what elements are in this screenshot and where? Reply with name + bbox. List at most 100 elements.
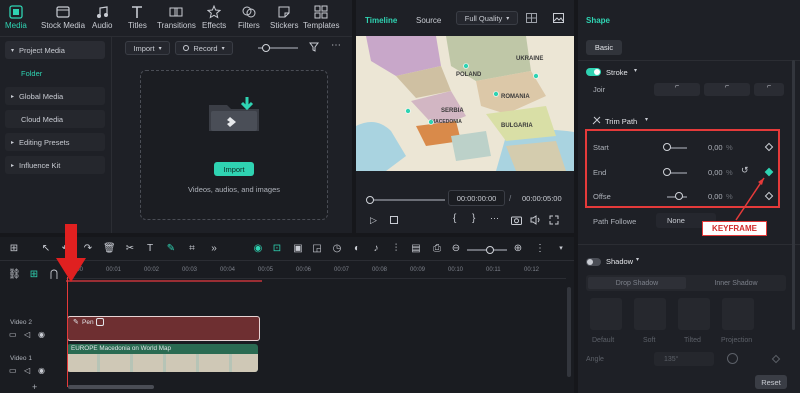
folder-icon[interactable]: ▭ bbox=[9, 330, 17, 339]
angle-keyframe-diamond-icon[interactable] bbox=[771, 354, 781, 364]
end-value[interactable]: 0,00 bbox=[708, 168, 723, 177]
tab-templates[interactable]: Templates bbox=[303, 5, 339, 30]
offset-value[interactable]: 0,00 bbox=[708, 192, 723, 201]
angle-dial-icon[interactable] bbox=[727, 353, 738, 364]
shadow-preset-projection[interactable] bbox=[722, 298, 754, 330]
mark-in-icon[interactable]: { bbox=[453, 213, 456, 224]
shadow-preset-tilted[interactable] bbox=[678, 298, 710, 330]
timeline-v-scrollbar[interactable] bbox=[567, 287, 571, 377]
quality-dropdown[interactable]: Full Quality ▾ bbox=[456, 11, 518, 25]
zoom-slider-knob[interactable] bbox=[486, 246, 494, 254]
mixer-icon[interactable]: ⫶ bbox=[390, 243, 402, 255]
volume-icon[interactable]: ◁ bbox=[24, 330, 30, 339]
import-button[interactable]: Import bbox=[214, 162, 254, 176]
playhead-knob[interactable] bbox=[366, 196, 374, 204]
grid-view-icon[interactable] bbox=[526, 13, 537, 23]
tab-basic[interactable]: Basic bbox=[586, 40, 622, 55]
eye-icon[interactable]: ◉ bbox=[38, 366, 45, 375]
play-icon[interactable]: ▷ bbox=[370, 215, 377, 226]
playhead-line[interactable] bbox=[67, 277, 68, 387]
caret-down-icon[interactable]: ▾ bbox=[634, 67, 637, 74]
add-track-icon[interactable]: ⊞ bbox=[28, 269, 40, 281]
tab-source[interactable]: Source bbox=[416, 16, 441, 25]
stroke-toggle[interactable] bbox=[586, 68, 601, 76]
more-options-icon[interactable]: ⋯ bbox=[490, 213, 499, 224]
volume-icon[interactable] bbox=[530, 215, 541, 225]
crop-icon[interactable]: ⌗ bbox=[186, 243, 198, 255]
stop-icon[interactable] bbox=[390, 216, 398, 224]
delete-icon[interactable]: 🗑 bbox=[103, 243, 116, 255]
join-round-button[interactable]: ⌐ bbox=[704, 83, 750, 96]
folder-icon[interactable]: ▭ bbox=[9, 366, 17, 375]
tab-effects[interactable]: Effects bbox=[202, 5, 226, 30]
tab-transitions[interactable]: Transitions bbox=[157, 5, 196, 30]
clip-europe-map[interactable]: EUROPE Macedonia on World Map bbox=[67, 344, 258, 372]
join-miter-button[interactable]: ⌐ bbox=[654, 83, 700, 96]
add-track-plus-icon[interactable]: + bbox=[32, 382, 37, 392]
end-slider-knob[interactable] bbox=[663, 168, 671, 176]
sidebar-item-editing-presets[interactable]: ▸ Editing Presets bbox=[5, 133, 105, 151]
speed-icon[interactable]: ◷ bbox=[331, 243, 343, 255]
shadow-preset-default[interactable] bbox=[590, 298, 622, 330]
more-options-icon[interactable]: ⋮ bbox=[534, 243, 546, 255]
tab-titles[interactable]: Titles bbox=[128, 5, 147, 30]
playback-scrubber[interactable] bbox=[370, 199, 445, 201]
chevron-down-icon[interactable]: ▾ bbox=[555, 243, 567, 255]
sidebar-item-cloud-media[interactable]: Cloud Media bbox=[5, 110, 105, 128]
start-value[interactable]: 0,00 bbox=[708, 143, 723, 152]
timeline-h-scrollbar[interactable] bbox=[68, 385, 154, 389]
link-icon[interactable]: ⛓ bbox=[8, 269, 21, 281]
split-screen-icon[interactable]: ⊡ bbox=[271, 243, 283, 255]
volume-icon[interactable]: ◁ bbox=[24, 366, 30, 375]
select-tool-icon[interactable]: ↖ bbox=[40, 243, 52, 255]
snapshot-icon[interactable] bbox=[553, 13, 564, 23]
join-bevel-button[interactable]: ⌐ bbox=[754, 83, 784, 96]
sidebar-item-global-media[interactable]: ▸ Global Media bbox=[5, 87, 105, 105]
filter-icon[interactable] bbox=[309, 42, 319, 52]
pen-tool-icon[interactable]: ✎ bbox=[165, 243, 177, 255]
angle-input[interactable]: 135° bbox=[654, 352, 714, 366]
time-ruler[interactable]: 00:00 00:01 00:02 00:03 00:04 00:05 00:0… bbox=[66, 265, 566, 279]
eye-icon[interactable]: ◉ bbox=[38, 330, 45, 339]
camera-icon[interactable] bbox=[511, 215, 522, 225]
start-slider-knob[interactable] bbox=[663, 143, 671, 151]
sticker-icon[interactable]: ◲ bbox=[311, 243, 323, 255]
import-dropdown[interactable]: Import ▾ bbox=[125, 41, 170, 55]
caret-down-icon[interactable]: ▾ bbox=[636, 256, 639, 263]
text-tool-icon[interactable]: T bbox=[144, 243, 156, 255]
caret-down-icon[interactable]: ▾ bbox=[645, 116, 648, 123]
shadow-preset-soft[interactable] bbox=[634, 298, 666, 330]
mark-out-icon[interactable]: } bbox=[472, 213, 475, 224]
reset-button[interactable]: Reset bbox=[755, 375, 787, 389]
tab-timeline[interactable]: Timeline bbox=[365, 16, 397, 25]
microphone-icon[interactable]: ♪ bbox=[370, 243, 382, 255]
ai-icon[interactable]: ◉ bbox=[252, 243, 264, 255]
clip-pen[interactable]: ✎ Pen bbox=[67, 316, 260, 341]
color-icon[interactable]: ◐ bbox=[351, 243, 363, 255]
zoom-in-icon[interactable]: ⊕ bbox=[512, 243, 524, 255]
video-preview[interactable]: POLAND UKRAINE ROMANIA BULGARIA SERBIA M… bbox=[356, 36, 574, 171]
shadow-toggle[interactable] bbox=[586, 258, 601, 266]
captions-icon[interactable]: ▤ bbox=[410, 243, 422, 255]
tab-inner-shadow[interactable]: Inner Shadow bbox=[688, 277, 784, 289]
media-drop-zone[interactable]: Import Videos, audios, and images bbox=[140, 70, 328, 220]
tab-stock-media[interactable]: Stock Media bbox=[41, 5, 85, 30]
zoom-out-icon[interactable]: ⊖ bbox=[450, 243, 462, 255]
sidebar-item-influence-kit[interactable]: ▸ Influence Kit bbox=[5, 156, 105, 174]
layout-grid-icon[interactable]: ⊞ bbox=[8, 243, 20, 255]
tab-filters[interactable]: Filters bbox=[238, 5, 260, 30]
thumbnail-size-knob[interactable] bbox=[262, 44, 270, 52]
sidebar-item-folder[interactable]: Folder bbox=[5, 64, 105, 82]
record-dropdown[interactable]: Record ▾ bbox=[175, 41, 233, 55]
panel-scrollbar[interactable] bbox=[792, 60, 795, 330]
more-tools-icon[interactable]: » bbox=[208, 243, 220, 255]
tab-drop-shadow[interactable]: Drop Shadow bbox=[588, 277, 686, 289]
snapshot-icon[interactable]: ▣ bbox=[292, 243, 304, 255]
cut-icon[interactable]: ✂ bbox=[124, 243, 136, 255]
fullscreen-icon[interactable] bbox=[549, 215, 559, 225]
tab-media[interactable]: Media bbox=[5, 5, 27, 30]
tab-stickers[interactable]: Stickers bbox=[270, 5, 298, 30]
offset-slider-knob[interactable] bbox=[675, 192, 683, 200]
more-options-icon[interactable]: ⋯ bbox=[331, 40, 341, 51]
tab-audio[interactable]: Audio bbox=[92, 5, 112, 30]
